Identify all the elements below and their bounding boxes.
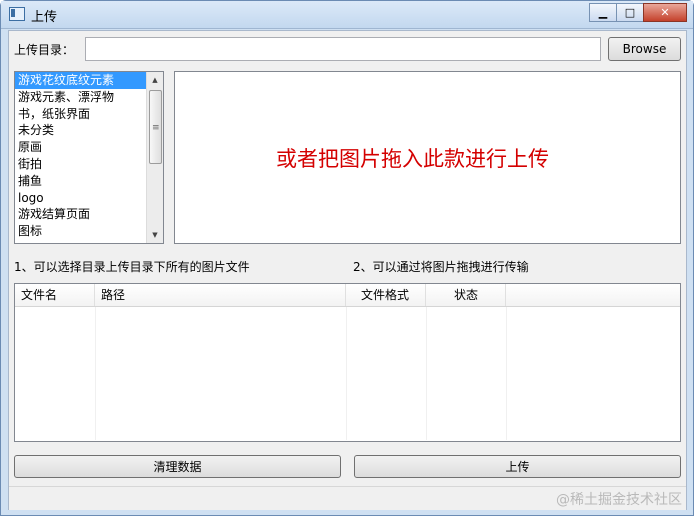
category-item[interactable]: 游戏结算页面	[15, 206, 163, 223]
app-icon	[9, 7, 25, 21]
title-bar[interactable]: 上传 ▁ □ ✕	[1, 1, 693, 29]
browse-button[interactable]: Browse	[608, 37, 681, 61]
upload-window: 上传 ▁ □ ✕ 上传目录： Browse 游戏花纹底纹元素 游戏元素、漂浮物 书，…	[0, 0, 694, 516]
column-header-filename[interactable]: 文件名	[15, 284, 95, 306]
scroll-down-icon[interactable]: ▼	[147, 227, 163, 243]
category-item[interactable]: 街拍	[15, 156, 163, 173]
file-table[interactable]: 文件名 路径 文件格式 状态	[14, 283, 681, 442]
column-filename	[15, 307, 96, 440]
category-item[interactable]: 图标	[15, 223, 163, 240]
window-title: 上传	[31, 10, 58, 25]
minimize-icon: ▁	[598, 6, 608, 19]
maximize-button[interactable]: □	[616, 3, 644, 22]
category-item[interactable]: 未分类	[15, 122, 163, 139]
category-item[interactable]: 捕鱼	[15, 173, 163, 190]
close-button[interactable]: ✕	[643, 3, 687, 22]
upload-dir-label: 上传目录：	[14, 43, 75, 57]
category-scrollbar[interactable]: ▲ ≡ ▼	[146, 72, 163, 243]
category-list[interactable]: 游戏花纹底纹元素 游戏元素、漂浮物 书，纸张界面 未分类 原画 街拍 捕鱼 logo 游戏结算页…	[14, 71, 164, 244]
category-item[interactable]: 游戏元素、漂浮物	[15, 89, 163, 106]
upload-button[interactable]: 上传	[354, 455, 681, 478]
hint-drag-drop: 2、可以通过将图片拖拽进行传输	[353, 260, 529, 274]
minimize-button[interactable]: ▁	[589, 3, 617, 22]
thumb-grip-icon: ≡	[152, 123, 160, 133]
category-items: 游戏花纹底纹元素 游戏元素、漂浮物 书，纸张界面 未分类 原画 街拍 捕鱼 logo 游戏结算页…	[15, 72, 163, 240]
hint-select-dir: 1、可以选择目录上传目录下所有的图片文件	[14, 260, 250, 274]
category-item[interactable]: 原画	[15, 139, 163, 156]
column-header-format[interactable]: 文件格式	[346, 284, 426, 306]
column-format	[346, 307, 427, 440]
drop-zone-text: 或者把图片拖入此款进行上传	[276, 146, 549, 171]
drop-zone[interactable]: 或者把图片拖入此款进行上传	[174, 71, 681, 244]
table-header: 文件名 路径 文件格式 状态	[15, 284, 680, 307]
upload-dir-input[interactable]	[85, 37, 601, 61]
column-status	[426, 307, 507, 440]
column-path	[95, 307, 347, 440]
status-bar: @稀土掘金技术社区	[9, 486, 686, 510]
column-header-path[interactable]: 路径	[95, 284, 346, 306]
client-area: 上传目录： Browse 游戏花纹底纹元素 游戏元素、漂浮物 书，纸张界面 未分类 原画…	[8, 30, 687, 510]
maximize-icon: □	[624, 6, 636, 19]
category-item[interactable]: 书，纸张界面	[15, 106, 163, 123]
watermark-text: @稀土掘金技术社区	[556, 492, 682, 508]
scroll-up-icon[interactable]: ▲	[147, 72, 163, 88]
close-icon: ✕	[660, 6, 670, 19]
column-header-status[interactable]: 状态	[426, 284, 506, 306]
category-item[interactable]: 游戏花纹底纹元素	[15, 72, 163, 89]
clear-data-button[interactable]: 清理数据	[14, 455, 341, 478]
category-item[interactable]: logo	[15, 190, 163, 207]
caption-buttons: ▁ □ ✕	[589, 3, 687, 22]
